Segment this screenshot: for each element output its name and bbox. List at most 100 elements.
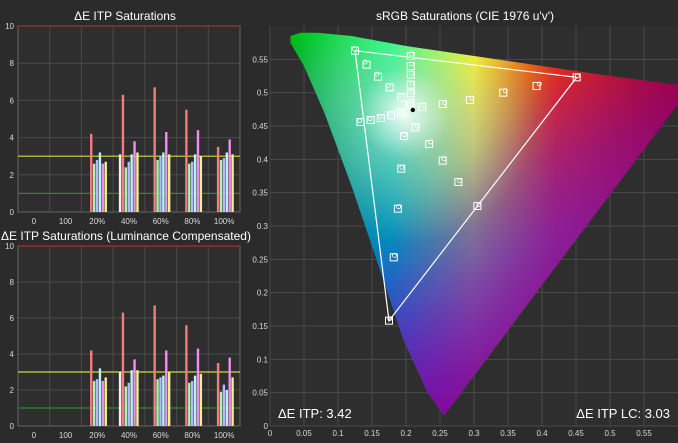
bar-magenta <box>165 350 168 426</box>
x-tick-label: 0.35 <box>500 429 516 438</box>
x-tick-label: 0.05 <box>296 429 312 438</box>
y-tick-label: 0 <box>10 208 15 217</box>
bar-red <box>216 146 220 212</box>
bar-cyan <box>193 154 197 212</box>
y-tick-label: 0.25 <box>252 255 268 264</box>
y-tick-label: 0.35 <box>252 189 268 198</box>
bar-yellow <box>231 154 234 212</box>
bar-cyan <box>98 368 102 426</box>
x-tick-label: 100% <box>214 431 234 440</box>
bar-magenta <box>101 163 105 212</box>
bar-magenta <box>133 141 136 212</box>
x-tick-label: 20% <box>89 431 105 440</box>
x-tick-label: 40% <box>121 217 137 226</box>
x-tick-label: 0 <box>268 429 273 438</box>
white-point-measured <box>410 107 415 113</box>
bar-magenta <box>196 130 200 212</box>
bar-blue <box>159 156 162 212</box>
bar-yellow <box>199 156 203 212</box>
de-itp-readout: ΔE ITP: 3.42 <box>278 406 352 421</box>
de-itp-lc-readout: ΔE ITP LC: 3.03 <box>576 406 670 421</box>
x-tick-label: 0.25 <box>432 429 448 438</box>
bar-green <box>124 167 128 212</box>
bar-cyan <box>162 375 165 426</box>
bar-cyan <box>130 154 133 212</box>
bottom-panel-title: ΔE ITP Saturations (Luminance Compensate… <box>1 229 251 243</box>
x-tick-label: 0.3 <box>468 429 480 438</box>
bar-red <box>185 109 188 212</box>
y-tick-label: 10 <box>5 22 14 31</box>
bar-green <box>188 382 191 426</box>
y-tick-label: 0.55 <box>252 55 268 64</box>
bar-red <box>216 363 220 426</box>
y-tick-label: 0.05 <box>252 389 268 398</box>
bar-blue <box>190 381 194 426</box>
bar-green <box>92 163 96 212</box>
cie-chromaticity-chart: 0 0.05 0.1 0.15 0.2 0.25 0.3 0.35 0.4 0.45 0.5 0.55… <box>252 26 678 438</box>
bottom-bar-chart: 02468100 100 20% 40% 60% 80% 100% <box>5 242 241 440</box>
bar-red <box>153 87 156 212</box>
y-tick-label: 6 <box>10 314 15 323</box>
x-tick-label: 0.45 <box>568 429 584 438</box>
bar-yellow <box>136 370 139 426</box>
x-tick-label: 40% <box>121 431 137 440</box>
y-tick-label: 0.15 <box>252 322 268 331</box>
bar-yellow <box>104 377 107 426</box>
bar-yellow <box>167 154 171 212</box>
bar-red <box>185 325 188 426</box>
bar-cyan <box>193 375 197 426</box>
y-tick-label: 8 <box>10 278 15 287</box>
y-tick-label: 2 <box>10 386 15 395</box>
bar-red <box>90 350 93 426</box>
bar-magenta <box>133 359 136 426</box>
bar-blue <box>159 377 162 426</box>
bar-magenta <box>101 381 105 426</box>
bar-cyan <box>162 152 165 212</box>
x-tick-label: 100 <box>59 217 73 226</box>
bar-yellow <box>231 377 234 426</box>
bar-red <box>121 94 125 212</box>
x-tick-label: 60% <box>153 431 169 440</box>
right-panel-title: sRGB Saturations (CIE 1976 u'v') <box>376 9 554 23</box>
x-tick-label: 0 <box>32 217 37 226</box>
bar-blue <box>127 382 130 426</box>
y-tick-label: 0.4 <box>257 155 269 164</box>
y-tick-label: 4 <box>10 134 15 143</box>
bar-green <box>219 159 223 212</box>
bar-cyan <box>98 152 102 212</box>
top-panel-title: ΔE ITP Saturations <box>74 9 176 23</box>
bar-blue <box>190 161 194 212</box>
bar-green <box>219 391 223 426</box>
top-bar-chart: 02468100 100 20% 40% 60% 80% 100% <box>5 22 241 226</box>
bar-green <box>156 159 159 212</box>
y-tick-label: 0.45 <box>252 122 268 131</box>
bar-blue <box>95 379 99 426</box>
x-tick-label: 20% <box>89 217 105 226</box>
x-tick-label: 0.4 <box>536 429 548 438</box>
x-tick-label: 0.55 <box>636 429 652 438</box>
x-tick-label: 0.15 <box>364 429 380 438</box>
bar-magenta <box>228 357 231 426</box>
x-tick-label: 0.1 <box>332 429 344 438</box>
bar-cyan <box>225 152 228 212</box>
bar-red <box>90 133 93 212</box>
bar-magenta <box>196 348 200 426</box>
bar-cyan <box>225 390 228 426</box>
bar-yellow <box>199 373 203 426</box>
bar-blue <box>95 159 99 212</box>
bar-yellow <box>104 161 107 212</box>
bar-magenta <box>228 139 231 212</box>
bar-yellow <box>136 152 139 212</box>
calibration-report: ΔE ITP Saturations ΔE ITP Saturations (L… <box>0 0 678 443</box>
bar-blue <box>127 161 130 212</box>
y-tick-label: 0.3 <box>257 222 269 231</box>
bar-white <box>118 154 122 212</box>
y-tick-label: 8 <box>10 59 15 68</box>
bar-red <box>121 312 125 426</box>
y-tick-label: 10 <box>5 242 14 251</box>
bar-green <box>124 386 128 426</box>
bar-yellow <box>167 372 171 426</box>
y-tick-label: 0.5 <box>257 89 269 98</box>
x-tick-label: 0.2 <box>400 429 412 438</box>
bar-green <box>92 381 96 426</box>
